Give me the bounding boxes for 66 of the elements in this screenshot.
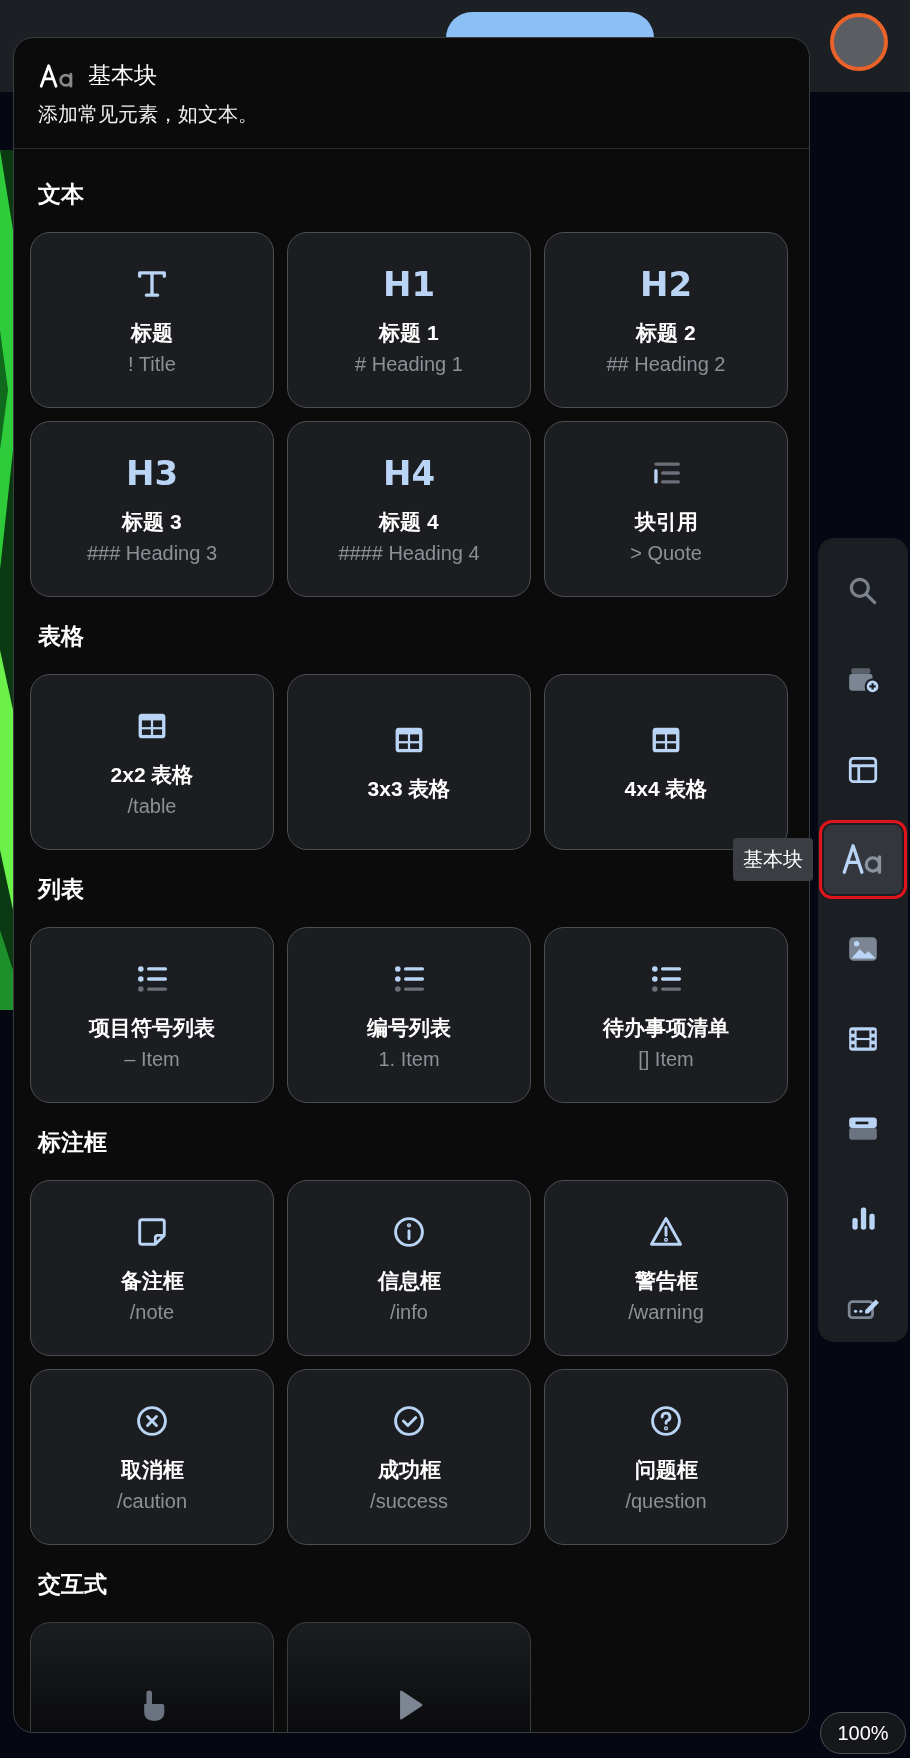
block-card[interactable]: 2x2 表格 /table <box>30 674 274 850</box>
block-shortcut: > Quote <box>630 541 702 565</box>
block-shortcut: [] Item <box>638 1047 694 1071</box>
block-title: 编号列表 <box>367 1014 451 1041</box>
block-shortcut: /question <box>625 1489 707 1513</box>
block-title: 信息框 <box>377 1267 441 1294</box>
block-title: 标题 3 <box>122 508 182 535</box>
block-title: 4x4 表格 <box>624 776 708 802</box>
block-card[interactable]: 信息框 /info <box>287 1180 531 1356</box>
section-label: 标注框 <box>38 1128 107 1157</box>
tooltip: 基本块 <box>733 838 813 881</box>
block-card[interactable]: H4 标题 4 #### Heading 4 <box>287 421 531 597</box>
block-title: 成功框 <box>377 1456 441 1483</box>
block-card[interactable]: 问题框 /question <box>544 1369 788 1545</box>
panel-title: 基本块 <box>88 61 157 90</box>
block-title: 警告框 <box>634 1267 698 1294</box>
block-shortcut: # Heading 1 <box>355 352 463 376</box>
block-card[interactable]: 编号列表 1. Item <box>287 927 531 1103</box>
block-title: 取消框 <box>120 1456 184 1483</box>
block-shortcut: /success <box>370 1489 448 1513</box>
heading-icon: H2 <box>639 264 693 303</box>
block-card[interactable]: 成功框 /success <box>287 1369 531 1545</box>
section-label: 文本 <box>38 180 84 209</box>
block-shortcut: ! Title <box>128 352 176 376</box>
block-title: 标题 1 <box>379 319 439 346</box>
block-shortcut: /note <box>129 1300 175 1324</box>
block-shortcut: #### Heading 4 <box>338 541 480 565</box>
heading-icon: H1 <box>382 264 436 303</box>
zoom-level[interactable]: 100% <box>820 1712 906 1754</box>
block-title: 块引用 <box>634 508 698 535</box>
block-title: 问题框 <box>634 1456 698 1483</box>
block-card[interactable]: 备注框 /note <box>30 1180 274 1356</box>
panel-subtitle: 添加常见元素，如文本。 <box>38 102 259 127</box>
section-label: 交互式 <box>38 1570 107 1599</box>
block-shortcut: – Item <box>124 1047 180 1071</box>
heading-icon: H3 <box>125 453 179 492</box>
block-title: 标题 <box>131 319 173 346</box>
block-card[interactable]: H2 标题 2 ## Heading 2 <box>544 232 788 408</box>
block-shortcut: ### Heading 3 <box>86 541 218 565</box>
heading-icon: H4 <box>382 453 436 492</box>
section-label: 表格 <box>38 622 84 651</box>
block-title: 标题 2 <box>636 319 696 346</box>
block-shortcut: /warning <box>628 1300 704 1324</box>
block-card[interactable]: 待办事项清单 [] Item <box>544 927 788 1103</box>
block-shortcut: /info <box>390 1300 428 1324</box>
section-label: 列表 <box>38 875 84 904</box>
block-shortcut: 1. Item <box>378 1047 440 1071</box>
block-shortcut: /caution <box>116 1489 188 1513</box>
block-title: 标题 4 <box>379 508 439 535</box>
block-card[interactable]: 取消框 /caution <box>30 1369 274 1545</box>
block-card[interactable]: H3 标题 3 ### Heading 3 <box>30 421 274 597</box>
block-title: 待办事项清单 <box>603 1014 729 1041</box>
block-shortcut: ## Heading 2 <box>606 352 726 376</box>
avatar[interactable] <box>830 13 888 71</box>
block-card[interactable]: H1 标题 1 # Heading 1 <box>287 232 531 408</box>
block-card[interactable]: 项目符号列表 – Item <box>30 927 274 1103</box>
block-card[interactable]: 块引用 > Quote <box>544 421 788 597</box>
block-title: 3x3 表格 <box>367 776 451 802</box>
block-card[interactable]: 4x4 表格 <box>544 674 788 850</box>
block-title: 备注框 <box>120 1267 184 1294</box>
block-card[interactable]: 标题 ! Title <box>30 232 274 408</box>
block-card[interactable]: 3x3 表格 <box>287 674 531 850</box>
block-title: 项目符号列表 <box>89 1014 215 1041</box>
block-shortcut: /table <box>127 794 177 818</box>
block-title: 2x2 表格 <box>110 761 194 788</box>
block-card[interactable]: 警告框 /warning <box>544 1180 788 1356</box>
